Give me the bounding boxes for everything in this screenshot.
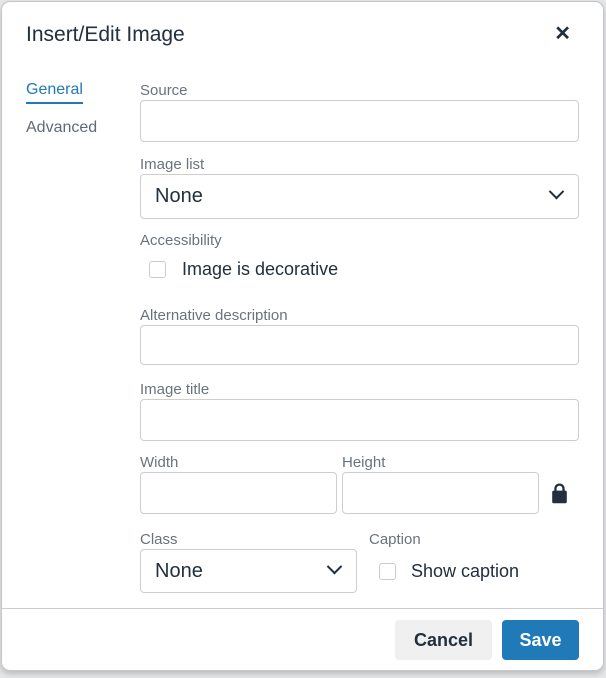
chevron-down-icon xyxy=(327,558,343,574)
class-selected-value: None xyxy=(155,560,203,583)
source-label: Source xyxy=(140,81,579,100)
image-list-selected-value: None xyxy=(155,185,203,208)
image-is-decorative-label[interactable]: Image is decorative xyxy=(182,259,338,280)
dialog-body: General Advanced Source Image list None … xyxy=(2,56,603,608)
alternative-description-input[interactable] xyxy=(140,325,579,365)
close-icon[interactable]: ✕ xyxy=(554,24,571,44)
dialog-title: Insert/Edit Image xyxy=(26,22,185,48)
tab-nav: General Advanced xyxy=(26,81,140,608)
width-input[interactable] xyxy=(140,472,337,514)
image-form: Source Image list None Accessibility Ima… xyxy=(140,81,579,608)
tab-advanced-label: Advanced xyxy=(26,119,97,137)
image-list-select[interactable]: None xyxy=(140,174,579,219)
class-select[interactable]: None xyxy=(140,549,357,593)
image-is-decorative-checkbox[interactable] xyxy=(149,261,166,278)
tab-general-label: General xyxy=(26,81,83,104)
dimensions-row: Width Height xyxy=(140,453,579,514)
dialog-header: Insert/Edit Image ✕ xyxy=(2,2,603,56)
show-caption-checkbox-row: Show caption xyxy=(369,561,519,582)
caption-group: Caption Show caption xyxy=(369,530,519,582)
class-field-group: Class None xyxy=(140,530,357,593)
image-title-label: Image title xyxy=(140,380,579,399)
show-caption-label[interactable]: Show caption xyxy=(411,561,519,582)
caption-label: Caption xyxy=(369,530,519,549)
alternative-description-label: Alternative description xyxy=(140,306,579,325)
image-list-label: Image list xyxy=(140,155,579,174)
alternative-description-field-group: Alternative description xyxy=(140,306,579,365)
dialog-footer: Cancel Save xyxy=(2,608,603,670)
lock-icon xyxy=(550,482,569,505)
tab-general[interactable]: General xyxy=(26,81,140,104)
image-list-field-group: Image list None xyxy=(140,155,579,219)
source-input[interactable] xyxy=(140,100,579,142)
height-input[interactable] xyxy=(342,472,539,514)
width-label: Width xyxy=(140,453,337,472)
height-field-group: Height xyxy=(342,453,539,514)
image-title-field-group: Image title xyxy=(140,380,579,441)
class-caption-row: Class None Caption Show caption xyxy=(140,530,579,593)
accessibility-label: Accessibility xyxy=(140,231,579,250)
source-field-group: Source xyxy=(140,81,579,155)
accessibility-group: Accessibility Image is decorative xyxy=(140,231,579,280)
save-button[interactable]: Save xyxy=(502,620,579,660)
decorative-checkbox-row: Image is decorative xyxy=(140,259,579,280)
cancel-button[interactable]: Cancel xyxy=(395,620,492,660)
chevron-down-icon xyxy=(549,184,565,200)
constrain-proportions-wrap xyxy=(539,472,579,514)
tab-advanced[interactable]: Advanced xyxy=(26,119,140,137)
image-title-input[interactable] xyxy=(140,399,579,441)
class-label: Class xyxy=(140,530,357,549)
show-caption-checkbox[interactable] xyxy=(379,563,396,580)
width-field-group: Width xyxy=(140,453,337,514)
insert-edit-image-dialog: Insert/Edit Image ✕ General Advanced Sou… xyxy=(1,1,604,671)
constrain-proportions-lock-button[interactable] xyxy=(550,482,569,505)
height-label: Height xyxy=(342,453,539,472)
